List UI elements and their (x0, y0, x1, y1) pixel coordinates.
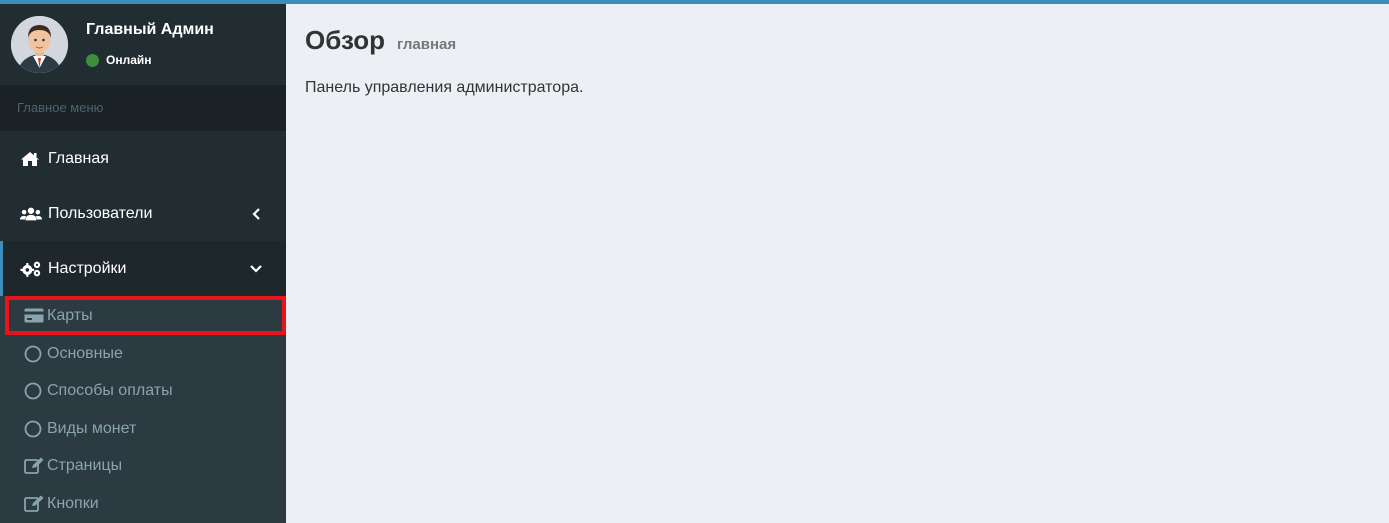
circle-icon (24, 345, 44, 363)
sidebar: Главный Админ Онлайн Главное меню Главна… (0, 4, 286, 523)
submenu-item-label: Кнопки (47, 494, 99, 512)
submenu-item-label: Страницы (47, 457, 123, 475)
submenu-item-main[interactable]: Основные (0, 335, 286, 373)
sidebar-item-settings[interactable]: Настройки (0, 241, 286, 296)
home-icon (20, 150, 42, 168)
page-description: Панель управления администратора. (305, 79, 584, 96)
avatar[interactable] (11, 16, 68, 73)
user-status-label: Онлайн (106, 53, 152, 67)
submenu-item-label: Способы оплаты (47, 382, 173, 400)
page-title-text: Обзор (305, 25, 385, 55)
menu-header: Главное меню (0, 85, 286, 131)
submenu-item-cards[interactable]: Карты (5, 296, 286, 335)
submenu-item-label: Карты (47, 306, 93, 324)
sidebar-item-users[interactable]: Пользователи (0, 186, 286, 241)
sidebar-item-home[interactable]: Главная (0, 131, 286, 186)
users-icon (20, 205, 42, 223)
submenu-item-label: Виды монет (47, 419, 137, 437)
settings-submenu: Карты Основные Способы оплаты Виды монет… (0, 296, 286, 523)
credit-card-icon (24, 307, 44, 325)
sidebar-item-label: Пользователи (48, 204, 153, 222)
user-name: Главный Админ (86, 21, 214, 38)
submenu-item-payment-methods[interactable]: Способы оплаты (0, 373, 286, 411)
submenu-item-buttons[interactable]: Кнопки (0, 485, 286, 523)
circle-icon (24, 420, 44, 438)
edit-icon (24, 457, 44, 475)
submenu-item-coin-types[interactable]: Виды монет (0, 410, 286, 448)
submenu-item-pages[interactable]: Страницы (0, 448, 286, 486)
page-title: Обзор главная (305, 25, 456, 56)
sidebar-item-label: Главная (48, 149, 109, 167)
online-status-icon (86, 53, 99, 67)
user-status: Онлайн (86, 53, 152, 67)
user-panel: Главный Админ Онлайн (0, 4, 286, 85)
chevron-down-icon[interactable] (250, 263, 262, 275)
edit-icon (24, 495, 44, 513)
chevron-left-icon[interactable] (250, 207, 262, 220)
sidebar-item-label: Настройки (48, 259, 127, 277)
page-subtitle: главная (396, 36, 457, 53)
submenu-item-label: Основные (47, 344, 123, 362)
main-content: Обзор главная Панель управления админист… (286, 4, 1389, 523)
gears-icon (20, 260, 42, 278)
circle-icon (24, 382, 44, 400)
